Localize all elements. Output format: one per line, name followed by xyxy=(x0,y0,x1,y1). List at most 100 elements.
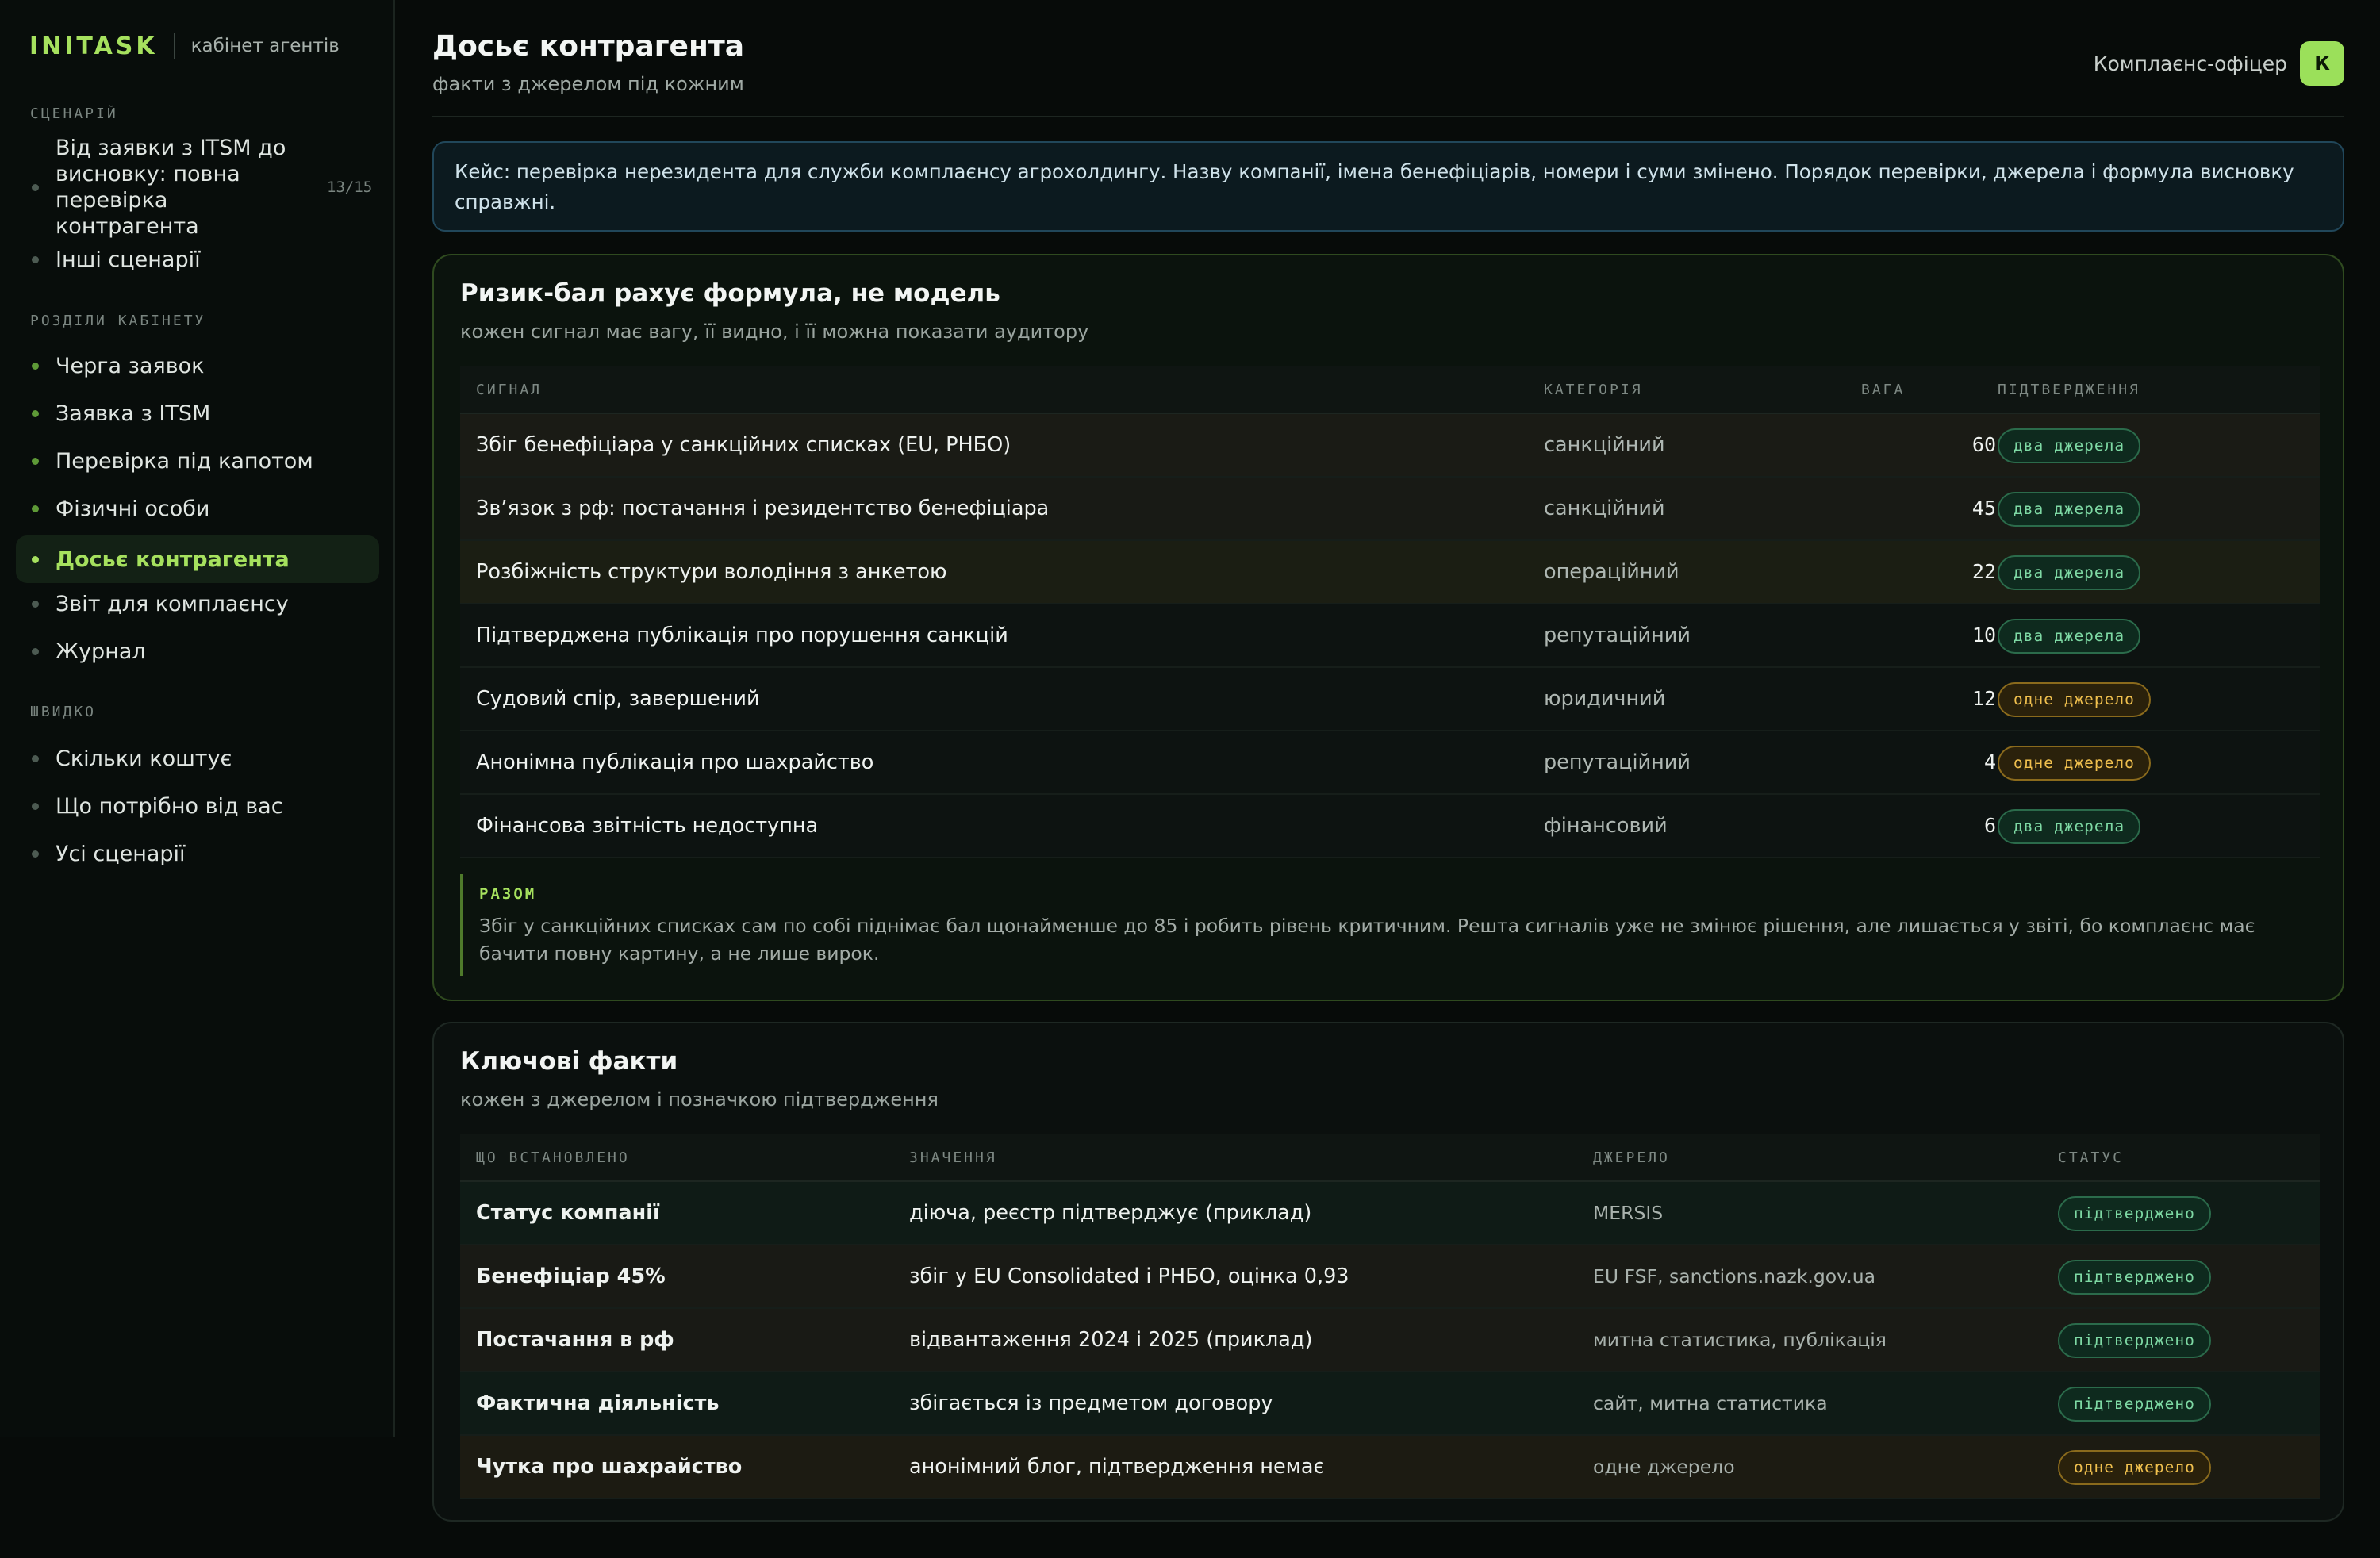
confirmation-cell: два джерела xyxy=(1998,541,2141,603)
confirmation-cell: одне джерело xyxy=(1998,668,2151,730)
signal-category: санкційний xyxy=(1544,433,1665,457)
signal-weight: 45 xyxy=(1971,497,1996,520)
confirmation-cell: два джерела xyxy=(1998,604,2141,666)
sidebar-item-individuals[interactable]: Фізичні особи xyxy=(16,493,379,524)
bullet-icon xyxy=(32,457,39,465)
bullet-icon xyxy=(32,802,39,810)
risk-signals-table: СИГНАЛ КАТЕГОРІЯ ВАГА ПІДТВЕРДЖЕННЯ Збіг… xyxy=(460,366,2320,858)
sidebar-item-queue[interactable]: Черга заявок xyxy=(16,350,379,382)
signal-weight: 60 xyxy=(1971,433,1996,456)
fact-name: Бенефіціар 45% xyxy=(476,1264,666,1288)
sidebar-item-under-the-hood[interactable]: Перевірка під капотом xyxy=(16,445,379,477)
table-row[interactable]: Чутка про шахрайство анонімний блог, підт… xyxy=(460,1436,2320,1499)
table-row[interactable]: Фактична діяльність збігається із предмет… xyxy=(460,1372,2320,1436)
table-row[interactable]: Судовий спір, завершений юридичний 12 одне … xyxy=(460,668,2320,731)
sidebar: INITASK кабінет агентів СЦЕНАРІЙ Від зая… xyxy=(0,0,395,1437)
sidebar-item-label: Від заявки з ITSM до висновку: повна пер… xyxy=(56,136,286,239)
risk-score-card: Ризик-бал рахує формула, не модель кожен… xyxy=(432,254,2344,1001)
sidebar-item-pricing[interactable]: Скільки коштує xyxy=(16,743,379,774)
status-cell: підтверджено xyxy=(2058,1309,2211,1371)
column-header-source: ДЖЕРЕЛО xyxy=(1593,1149,1670,1166)
sidebar-item-requirements[interactable]: Що потрібно від вас xyxy=(16,790,379,822)
avatar[interactable]: К xyxy=(2300,41,2344,86)
key-facts-table: ЩО ВСТАНОВЛЕНО ЗНАЧЕННЯ ДЖЕРЕЛО СТАТУС С… xyxy=(460,1134,2320,1499)
brand-logo[interactable]: INITASK xyxy=(29,33,158,60)
sidebar-item-label: Звіт для комплаєнсу xyxy=(56,591,289,616)
sidebar-item-label: Черга заявок xyxy=(56,353,205,378)
confirmation-badge: два джерела xyxy=(1998,809,2141,844)
user-menu[interactable]: Комплаєнс-офіцер К xyxy=(2094,41,2344,86)
table-row[interactable]: Фінансова звітність недоступна фінансовий… xyxy=(460,795,2320,858)
bullet-icon xyxy=(32,850,39,858)
signal-name: Анонімна публікація про шахрайство xyxy=(476,750,874,774)
signal-category: операційний xyxy=(1544,560,1679,584)
brand: INITASK кабінет агентів xyxy=(29,30,340,62)
sidebar-item-label: Заявка з ITSM xyxy=(56,401,211,426)
signal-category: фінансовий xyxy=(1544,814,1668,838)
signal-name: Зв’язок з рф: постачання і резидентство … xyxy=(476,497,1050,520)
bullet-icon xyxy=(32,183,39,191)
bullet-icon xyxy=(32,409,39,417)
status-badge: підтверджено xyxy=(2058,1196,2211,1231)
table-row[interactable]: Зв’язок з рф: постачання і резидентство … xyxy=(460,478,2320,541)
fact-source: сайт, митна статистика xyxy=(1593,1392,1828,1414)
card-title: Ключові факти xyxy=(460,1047,678,1076)
confirmation-badge: одне джерело xyxy=(1998,682,2151,717)
sidebar-item-compliance-report[interactable]: Звіт для комплаєнсу xyxy=(16,588,379,620)
table-row[interactable]: Постачання в рф відвантаження 2024 і 2025… xyxy=(460,1309,2320,1372)
table-row[interactable]: Збіг бенефіціара у санкційних списках (E… xyxy=(460,414,2320,478)
fact-name: Постачання в рф xyxy=(476,1328,674,1352)
table-row[interactable]: Анонімна публікація про шахрайство репута… xyxy=(460,731,2320,795)
signal-category: юридичний xyxy=(1544,687,1666,711)
scenario-progress-count: 13/15 xyxy=(327,178,373,196)
sidebar-item-label: Фізичні особи xyxy=(56,496,210,521)
risk-summary: РАЗОМ Збіг у санкційних списках сам по с… xyxy=(460,874,2320,976)
column-header-category: КАТЕГОРІЯ xyxy=(1544,382,1643,398)
sidebar-item-journal[interactable]: Журнал xyxy=(16,635,379,667)
table-row[interactable]: Бенефіціар 45% збіг у EU Consolidated і Р… xyxy=(460,1245,2320,1309)
fact-source: MERSIS xyxy=(1593,1202,1664,1224)
confirmation-badge: два джерела xyxy=(1998,492,2141,527)
sidebar-item-current-scenario[interactable]: Від заявки з ITSM до висновку: повна пер… xyxy=(16,136,379,239)
bullet-icon xyxy=(32,647,39,655)
table-row[interactable]: Підтверджена публікація про порушення са… xyxy=(460,604,2320,668)
fact-value: збіг у EU Consolidated і РНБО, оцінка 0,… xyxy=(909,1264,1349,1288)
column-header-status: СТАТУС xyxy=(2058,1149,2125,1166)
table-row[interactable]: Розбіжність структури володіння з анкето… xyxy=(460,541,2320,604)
signal-category: репутаційний xyxy=(1544,750,1691,774)
confirmation-badge: два джерела xyxy=(1998,428,2141,463)
signal-name: Підтверджена публікація про порушення са… xyxy=(476,624,1008,647)
column-header-value: ЗНАЧЕННЯ xyxy=(909,1149,997,1166)
fact-name: Чутка про шахрайство xyxy=(476,1455,743,1479)
fact-value: відвантаження 2024 і 2025 (приклад) xyxy=(909,1328,1313,1352)
card-subtitle: кожен сигнал має вагу, її видно, і її мо… xyxy=(460,320,1089,343)
status-badge: підтверджено xyxy=(2058,1260,2211,1295)
status-cell: підтверджено xyxy=(2058,1182,2211,1244)
signal-weight: 10 xyxy=(1971,624,1996,647)
status-badge: підтверджено xyxy=(2058,1323,2211,1358)
fact-name: Статус компанії xyxy=(476,1201,660,1225)
sidebar-item-itsm-request[interactable]: Заявка з ITSM xyxy=(16,397,379,429)
bullet-icon xyxy=(32,600,39,608)
signal-category: санкційний xyxy=(1544,497,1665,520)
table-row[interactable]: Статус компанії діюча, реєстр підтверджує… xyxy=(460,1182,2320,1245)
column-header-weight: ВАГА xyxy=(1861,382,1906,398)
status-cell: підтверджено xyxy=(2058,1372,2211,1434)
sidebar-item-label: Що потрібно від вас xyxy=(56,793,283,819)
sidebar-item-all-scenarios[interactable]: Усі сценарії xyxy=(16,838,379,869)
sidebar-item-other-scenarios[interactable]: Інші сценарії xyxy=(16,244,379,275)
bullet-icon xyxy=(32,505,39,512)
case-notice: Кейс: перевірка нерезидента для служби к… xyxy=(432,141,2344,232)
sidebar-item-label: Скільки коштує xyxy=(56,746,232,771)
brand-subtitle: кабінет агентів xyxy=(190,36,340,56)
signal-name: Судовий спір, завершений xyxy=(476,687,760,711)
card-subtitle: кожен з джерелом і позначкою підтверджен… xyxy=(460,1088,939,1111)
section-label-cabinet: РОЗДІЛИ КАБІНЕТУ xyxy=(30,313,206,329)
summary-label: РАЗОМ xyxy=(479,885,537,903)
fact-name: Фактична діяльність xyxy=(476,1391,720,1415)
brand-divider xyxy=(173,33,175,59)
signal-name: Збіг бенефіціара у санкційних списках (E… xyxy=(476,433,1012,457)
page-title: Досьє контрагента xyxy=(432,30,744,63)
sidebar-item-counterparty-dossier[interactable]: Досьє контрагента xyxy=(16,535,379,583)
status-badge: підтверджено xyxy=(2058,1387,2211,1422)
